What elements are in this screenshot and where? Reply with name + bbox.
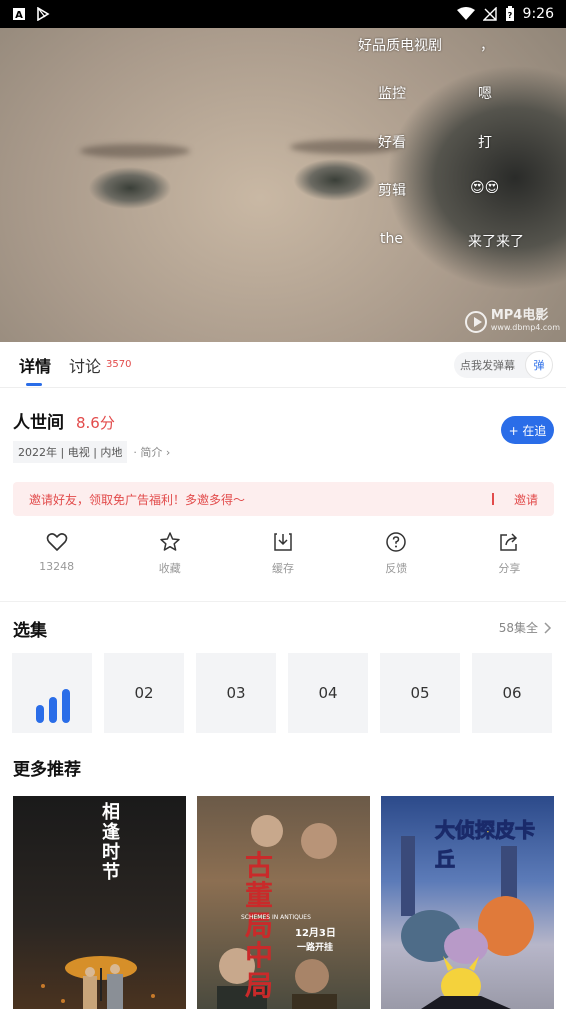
wifi-icon [456, 7, 475, 20]
invite-text: 邀请好友，领取免广告福利！多邀多得～ [29, 492, 246, 507]
tab-discuss[interactable]: 讨论 3570 [69, 342, 131, 388]
episode-01-playing[interactable] [12, 653, 92, 733]
video-frame-detail [80, 144, 190, 158]
show-meta: 2022年 | 电视 | 内地 · 简介 › [13, 441, 170, 463]
follow-button[interactable]: + 在追 [501, 416, 554, 444]
episode-item[interactable]: 05 [380, 653, 460, 733]
danmaku-settings-button[interactable]: 弹 [525, 350, 553, 379]
watermark: MP4电影 www.dbmp4.com [464, 308, 560, 334]
share-button[interactable]: 分享 [453, 530, 566, 588]
star-icon [160, 532, 180, 551]
poster-title: 古董局中局 [245, 849, 274, 1002]
danmaku-comment: ， [480, 38, 494, 54]
play-circle-icon [464, 311, 487, 333]
tab-detail[interactable]: 详情 [19, 342, 51, 388]
feedback-button[interactable]: 反馈 [340, 530, 453, 588]
tab-discuss-label: 讨论 [69, 356, 102, 376]
danmaku-comment: the [380, 231, 403, 247]
battery-icon: ? [505, 6, 514, 21]
share-icon [500, 533, 518, 551]
episode-item[interactable]: 02 [104, 653, 184, 733]
svg-text:A: A [15, 10, 23, 21]
danmaku-comment: 嗯 [478, 86, 492, 102]
danmaku-comment: 好看 [378, 135, 406, 151]
invite-button[interactable]: 邀请 [514, 491, 538, 508]
poster-card[interactable]: 古董局中局 SCHEMES IN ANTIQUES 12月3日 一路开挂 [197, 796, 370, 1009]
svg-text:?: ? [507, 11, 512, 20]
tab-bar: 详情 讨论 3570 点我发弹幕 弹 [0, 342, 566, 388]
discuss-count: 3570 [106, 359, 132, 370]
invite-banner[interactable]: 邀请好友，领取免广告福利！多邀多得～ 邀请 [13, 482, 554, 516]
divider [491, 493, 494, 505]
action-bar: 13248 收藏 缓存 反馈 分享 [0, 530, 566, 588]
clock: 9:26 [522, 6, 554, 22]
danmaku-comment: 剪辑 [378, 183, 406, 199]
watermark-brand: MP4电影 [490, 308, 549, 323]
episode-item[interactable]: 06 [472, 653, 552, 733]
episodes-all-label: 58集全 [498, 621, 538, 635]
danmaku-comment: 打 [478, 135, 492, 151]
intro-link[interactable]: · 简介 › [133, 444, 170, 460]
danmaku-comment: 监控 [378, 86, 406, 102]
meta-tag: 2022年 | 电视 | 内地 [13, 441, 128, 463]
heart-icon [46, 533, 67, 551]
danmaku-comment: 好品质电视剧 [358, 38, 442, 54]
favorite-button[interactable]: 收藏 [113, 530, 226, 588]
feedback-label: 反馈 [385, 562, 408, 575]
danmaku-comment: 😍😍 [470, 180, 500, 196]
poster-card[interactable]: 大侦探皮卡丘 [381, 796, 554, 1009]
help-icon [386, 532, 406, 552]
status-bar: A ? 9:26 [0, 0, 566, 28]
download-button[interactable]: 缓存 [226, 530, 339, 588]
poster-date: 12月3日 [295, 928, 336, 939]
episode-item[interactable]: 03 [196, 653, 276, 733]
chevron-right-icon [544, 621, 552, 634]
danmaku-placeholder: 点我发弹幕 [460, 358, 515, 372]
recommend-title: 更多推荐 [13, 760, 81, 780]
episodes-all-link[interactable]: 58集全 [499, 619, 552, 636]
danmaku-input[interactable]: 点我发弹幕 弹 [454, 350, 553, 379]
divider [0, 601, 566, 602]
download-icon [274, 533, 292, 551]
like-count: 13248 [39, 560, 75, 573]
share-label: 分享 [498, 562, 521, 575]
show-header: 人世间 8.6分 [13, 408, 115, 433]
download-label: 缓存 [272, 562, 294, 575]
a-icon: A [13, 8, 25, 21]
episode-list: 02 03 04 05 06 [12, 653, 552, 733]
playing-indicator-icon [36, 689, 70, 723]
video-player[interactable]: 好品质电视剧 ， 监控 嗯 好看 打 剪辑 😍😍 the 来了来了 MP4电影 w… [0, 28, 566, 342]
episodes-title: 选集 [13, 621, 47, 641]
like-button[interactable]: 13248 [0, 530, 113, 588]
poster-title: 相逢时节 [99, 802, 120, 882]
play-store-icon [37, 7, 50, 21]
poster-card[interactable]: 相逢时节 [13, 796, 186, 1009]
poster-title: 大侦探皮卡丘 [435, 818, 536, 872]
episode-item[interactable]: 04 [288, 653, 368, 733]
poster-note: 一路开挂 [297, 943, 334, 953]
no-signal-icon [482, 7, 497, 21]
poster-subtitle: SCHEMES IN ANTIQUES [241, 914, 311, 921]
show-title: 人世间 [13, 413, 64, 433]
danmaku-comment: 来了来了 [468, 234, 524, 250]
watermark-url: www.dbmp4.com [490, 323, 560, 332]
favorite-label: 收藏 [158, 562, 181, 575]
recommend-list: 相逢时节 古董局中局 SCHEMES IN ANTIQUES 12月3日 一路开… [13, 796, 554, 1009]
show-score: 8.6分 [76, 414, 115, 432]
